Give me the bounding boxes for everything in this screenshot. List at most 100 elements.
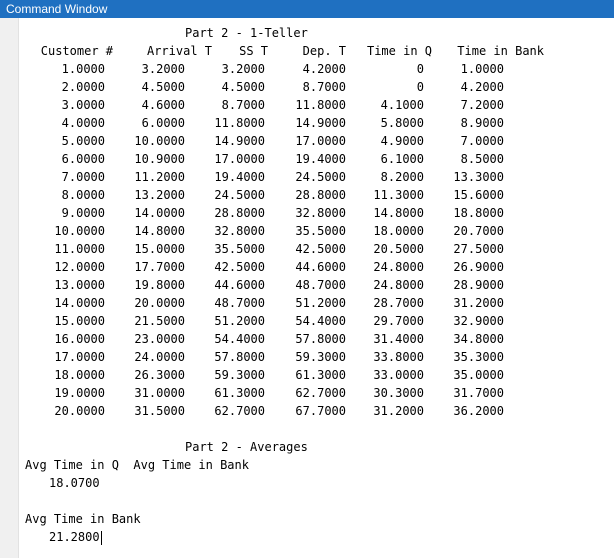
table-row: 3.0000 4.6000 8.7000 11.8000 4.1000 7.2000 <box>25 96 605 114</box>
header-time-in-q: Time in Q <box>366 44 432 58</box>
cell-time-in-q: 33.0000 <box>373 368 424 382</box>
cell-departure: 62.7000 <box>295 386 346 400</box>
command-window-output[interactable]: Part 2 - 1-Teller Customer # Arrival T S… <box>25 24 605 554</box>
cell-time-in-bank: 31.7000 <box>453 386 504 400</box>
cell-arrival: 14.0000 <box>134 206 185 220</box>
cell-departure: 54.4000 <box>295 314 346 328</box>
cell-departure: 61.3000 <box>295 368 346 382</box>
cell-customer: 4.0000 <box>61 116 105 130</box>
table-row: 13.0000 19.8000 44.6000 48.7000 24.8000 28.90… <box>25 276 605 294</box>
table-row: 19.0000 31.0000 61.3000 62.7000 30.3000 31.70… <box>25 384 605 402</box>
cell-departure: 17.0000 <box>295 134 346 148</box>
cell-ss: 24.5000 <box>214 188 265 202</box>
cell-ss: 28.8000 <box>214 206 265 220</box>
cell-time-in-bank: 8.9000 <box>460 116 504 130</box>
cell-arrival: 21.5000 <box>134 314 185 328</box>
cell-customer: 19.0000 <box>54 386 105 400</box>
cell-time-in-bank: 7.0000 <box>460 134 504 148</box>
cell-ss: 59.3000 <box>214 368 265 382</box>
table-row: 20.0000 31.5000 62.7000 67.7000 31.2000 36.20… <box>25 402 605 420</box>
cell-arrival: 10.9000 <box>134 152 185 166</box>
cell-time-in-bank: 15.6000 <box>453 188 504 202</box>
cell-departure: 48.7000 <box>295 278 346 292</box>
header-arrival: Arrival T <box>146 44 212 58</box>
cell-time-in-q: 4.1000 <box>380 98 424 112</box>
cell-arrival: 31.0000 <box>134 386 185 400</box>
cell-arrival: 14.8000 <box>134 224 185 238</box>
cell-time-in-q: 30.3000 <box>373 386 424 400</box>
table-row: 16.0000 23.0000 54.4000 57.8000 31.4000 34.80… <box>25 330 605 348</box>
cell-departure: 57.8000 <box>295 332 346 346</box>
cell-customer: 10.0000 <box>54 224 105 238</box>
cell-arrival: 20.0000 <box>134 296 185 310</box>
avg-time-in-q-value: 18.0700 <box>49 476 100 490</box>
cell-time-in-bank: 32.9000 <box>453 314 504 328</box>
cell-departure: 35.5000 <box>295 224 346 238</box>
cell-departure: 11.8000 <box>295 98 346 112</box>
cell-departure: 8.7000 <box>302 80 346 94</box>
table-row: 18.0000 26.3000 59.3000 61.3000 33.0000 35.00… <box>25 366 605 384</box>
table-row: 5.0000 10.0000 14.9000 17.0000 4.9000 7.0000 <box>25 132 605 150</box>
cell-ss: 11.8000 <box>214 116 265 130</box>
cell-arrival: 15.0000 <box>134 242 185 256</box>
cell-departure: 42.5000 <box>295 242 346 256</box>
cell-ss: 48.7000 <box>214 296 265 310</box>
table-row: 10.0000 14.8000 32.8000 35.5000 18.0000 20.70… <box>25 222 605 240</box>
cell-time-in-bank: 7.2000 <box>460 98 504 112</box>
cell-customer: 5.0000 <box>61 134 105 148</box>
cell-time-in-q: 24.8000 <box>373 260 424 274</box>
cell-arrival: 6.0000 <box>141 116 185 130</box>
cell-arrival: 10.0000 <box>134 134 185 148</box>
cell-time-in-bank: 27.5000 <box>453 242 504 256</box>
cell-customer: 20.0000 <box>54 404 105 418</box>
cell-time-in-q: 29.7000 <box>373 314 424 328</box>
table-row: 2.0000 4.5000 4.5000 8.7000 0 4.2000 <box>25 78 605 96</box>
cell-time-in-q: 14.8000 <box>373 206 424 220</box>
cell-departure: 28.8000 <box>295 188 346 202</box>
cell-time-in-q: 24.8000 <box>373 278 424 292</box>
table-row: 17.0000 24.0000 57.8000 59.3000 33.8000 35.30… <box>25 348 605 366</box>
cell-customer: 14.0000 <box>54 296 105 310</box>
cell-customer: 17.0000 <box>54 350 105 364</box>
cell-customer: 18.0000 <box>54 368 105 382</box>
cell-time-in-q: 0 <box>416 80 424 94</box>
header-ss: SS T <box>239 44 268 58</box>
cell-time-in-bank: 18.8000 <box>453 206 504 220</box>
part1-title: Part 2 - 1-Teller <box>185 26 308 40</box>
table-row: 12.0000 17.7000 42.5000 44.6000 24.8000 26.90… <box>25 258 605 276</box>
cell-arrival: 4.6000 <box>141 98 185 112</box>
table-row: 1.0000 3.2000 3.2000 4.2000 0 1.0000 <box>25 60 605 78</box>
cell-customer: 15.0000 <box>54 314 105 328</box>
cell-ss: 51.2000 <box>214 314 265 328</box>
cell-time-in-bank: 20.7000 <box>453 224 504 238</box>
cell-time-in-q: 33.8000 <box>373 350 424 364</box>
cell-departure: 32.8000 <box>295 206 346 220</box>
cell-ss: 42.5000 <box>214 260 265 274</box>
cell-arrival: 24.0000 <box>134 350 185 364</box>
cell-customer: 7.0000 <box>61 170 105 184</box>
cell-time-in-bank: 34.8000 <box>453 332 504 346</box>
cell-departure: 51.2000 <box>295 296 346 310</box>
cell-ss: 61.3000 <box>214 386 265 400</box>
table-row: 11.0000 15.0000 35.5000 42.5000 20.5000 27.50… <box>25 240 605 258</box>
cell-customer: 16.0000 <box>54 332 105 346</box>
cell-arrival: 19.8000 <box>134 278 185 292</box>
cell-ss: 8.7000 <box>221 98 265 112</box>
cell-time-in-q: 4.9000 <box>380 134 424 148</box>
cell-customer: 8.0000 <box>61 188 105 202</box>
header-time-in-bank: Time in Bank <box>457 44 544 58</box>
cell-time-in-q: 6.1000 <box>380 152 424 166</box>
table-row: 8.0000 13.2000 24.5000 28.8000 11.3000 15.600… <box>25 186 605 204</box>
cell-ss: 19.4000 <box>214 170 265 184</box>
cell-departure: 24.5000 <box>295 170 346 184</box>
cell-ss: 14.9000 <box>214 134 265 148</box>
table-row: 6.0000 10.9000 17.0000 19.4000 6.1000 8.5000 <box>25 150 605 168</box>
cell-customer: 3.0000 <box>61 98 105 112</box>
header-customer: Customer # <box>40 44 113 58</box>
cell-ss: 57.8000 <box>214 350 265 364</box>
cell-customer: 2.0000 <box>61 80 105 94</box>
cell-time-in-bank: 28.9000 <box>453 278 504 292</box>
header-departure: Dep. T <box>302 44 346 58</box>
table-header: Customer # Arrival T SS T Dep. T Time in… <box>25 42 605 60</box>
cell-time-in-bank: 26.9000 <box>453 260 504 274</box>
